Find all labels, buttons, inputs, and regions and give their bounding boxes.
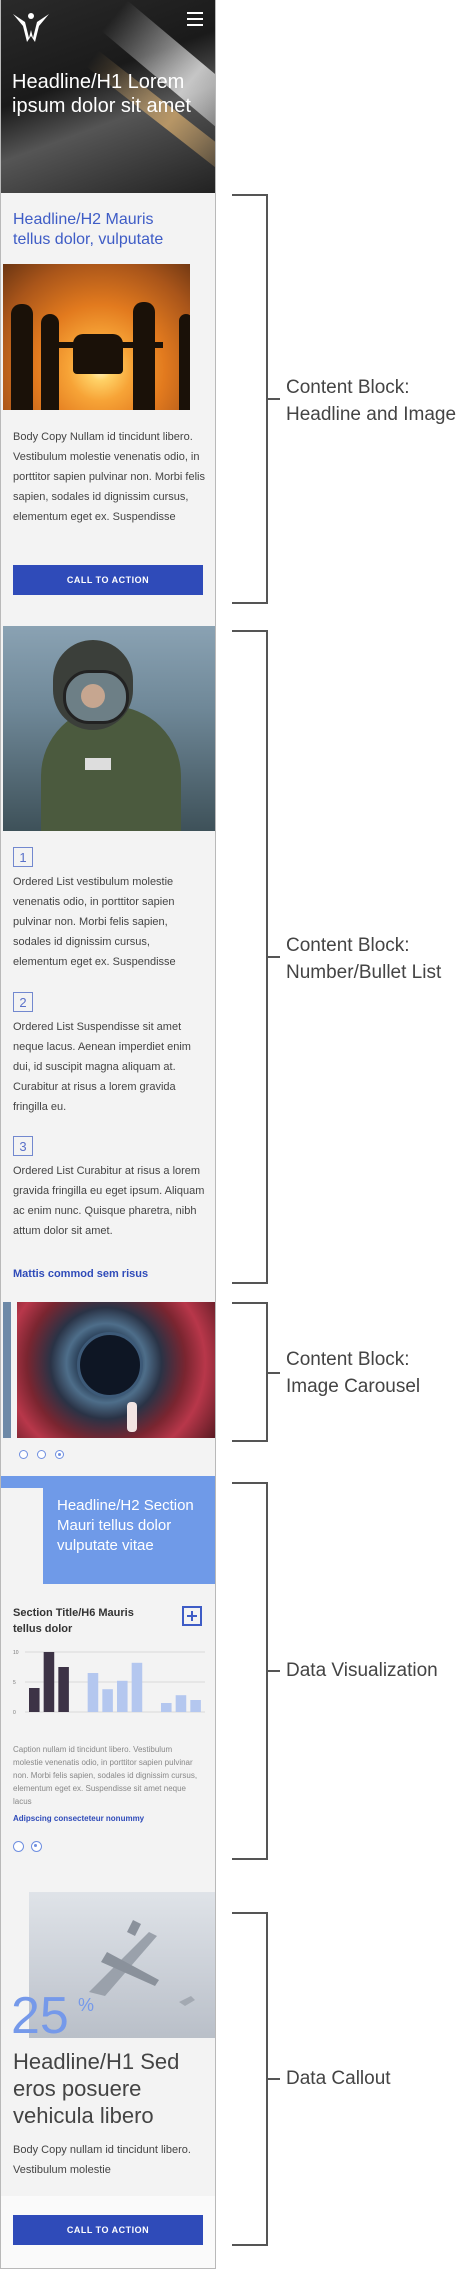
chart-bar: [58, 1667, 69, 1712]
callout-number: 25: [11, 1987, 69, 2045]
chart-bar: [87, 1673, 99, 1712]
label-2-line2: Number/Bullet List: [286, 962, 442, 983]
bracket-image-carousel: [232, 1302, 268, 1442]
bracket-tick-1: [268, 398, 280, 400]
bar-chart: 10 5 0: [13, 1650, 205, 1716]
wind-tunnel-image[interactable]: [17, 1302, 215, 1438]
bomb-suit-image: [3, 626, 215, 831]
label-3-line2: Image Carousel: [286, 1376, 421, 1397]
expand-chart-icon[interactable]: [182, 1606, 202, 1626]
dataviz-link[interactable]: Adipscing consecteteur nonummy: [13, 1814, 144, 1823]
aircraft-sunset-image: [3, 264, 190, 410]
bracket-tick-4: [268, 1670, 280, 1672]
carousel-dot-3[interactable]: [55, 1450, 64, 1459]
list-number-2: 2: [13, 992, 33, 1012]
block1-cta-button[interactable]: CALL TO ACTION: [13, 565, 203, 595]
chart-bar: [131, 1662, 143, 1712]
hero-title: Headline/H1 Lorem ipsum dolor sit amet: [12, 71, 191, 117]
label-headline-image: Content Block: Headline and Image: [286, 374, 456, 428]
block1-body: Body Copy Nullam id tincidunt libero. Ve…: [13, 431, 205, 523]
hero-banner: Headline/H1 Lorem ipsum dolor sit amet: [1, 0, 215, 193]
label-2-line1: Content Block:: [286, 935, 410, 956]
bracket-tick-2: [268, 956, 280, 958]
callout-cta-button[interactable]: CALL TO ACTION: [13, 2215, 203, 2245]
carousel-dot-1[interactable]: [19, 1450, 28, 1459]
chart-y-tick-label: 10: [13, 1650, 19, 1656]
label-1-line2: Headline and Image: [286, 404, 457, 425]
chart-bar: [190, 1700, 201, 1712]
callout-body: Body Copy nullam id tincidunt libero. Ve…: [13, 2144, 191, 2176]
list-number-3: 3: [13, 1136, 33, 1156]
block2-link[interactable]: Mattis commod sem risus: [13, 1268, 148, 1280]
label-number-list: Content Block: Number/Bullet List: [286, 932, 441, 986]
chart-bar: [102, 1689, 113, 1712]
list-item-3-text: Ordered List Curabitur at risus a lorem …: [13, 1165, 205, 1237]
bracket-number-list: [232, 630, 268, 1284]
label-data-callout: Data Callout: [286, 2068, 391, 2089]
block1-headline: Headline/H2 Mauris tellus dolor, vulputa…: [13, 211, 164, 248]
chart-caption: Caption nullam id tincidunt libero. Vest…: [13, 1745, 198, 1806]
chart-bar: [175, 1695, 187, 1712]
chart-y-tick-label: 5: [13, 1680, 16, 1686]
carousel-previous-slide[interactable]: [3, 1302, 11, 1438]
mobile-page-mockup: Headline/H1 Lorem ipsum dolor sit amet H…: [0, 0, 216, 2269]
list-item-2-text: Ordered List Suspendisse sit amet neque …: [13, 1021, 191, 1113]
bracket-tick-5: [268, 2078, 280, 2080]
chart-bar: [43, 1652, 55, 1712]
label-3-line1: Content Block:: [286, 1349, 410, 1370]
bracket-tick-3: [268, 1372, 280, 1374]
dataviz-dot-2[interactable]: [31, 1841, 42, 1852]
chart-bar: [29, 1688, 40, 1712]
chart-bar: [161, 1703, 172, 1712]
label-image-carousel: Content Block: Image Carousel: [286, 1346, 420, 1400]
callout-unit: %: [78, 1995, 95, 2015]
label-1-line1: Content Block:: [286, 377, 410, 398]
hamburger-menu-icon[interactable]: [187, 12, 203, 30]
carousel-dot-2[interactable]: [37, 1450, 46, 1459]
chart-section-title: Section Title/H6 Mauris tellus dolor: [13, 1607, 134, 1635]
list-item-1-text: Ordered List vestibulum molestie venenat…: [13, 876, 176, 968]
chart-bar: [117, 1680, 128, 1712]
dataviz-headline: Headline/H2 Section Mauri tellus dolor v…: [57, 1497, 194, 1554]
bracket-headline-image: [232, 194, 268, 604]
air-force-logo-icon[interactable]: [11, 8, 51, 44]
dataviz-dot-1[interactable]: [13, 1841, 24, 1852]
bracket-data-visualization: [232, 1482, 268, 1860]
bracket-data-callout: [232, 1912, 268, 2246]
chart-y-tick-label: 0: [13, 1710, 16, 1716]
callout-headline: Headline/H1 Sed eros posuere vehicula li…: [13, 2049, 180, 2128]
label-data-visualization: Data Visualization: [286, 1660, 438, 1681]
list-number-1: 1: [13, 847, 33, 867]
